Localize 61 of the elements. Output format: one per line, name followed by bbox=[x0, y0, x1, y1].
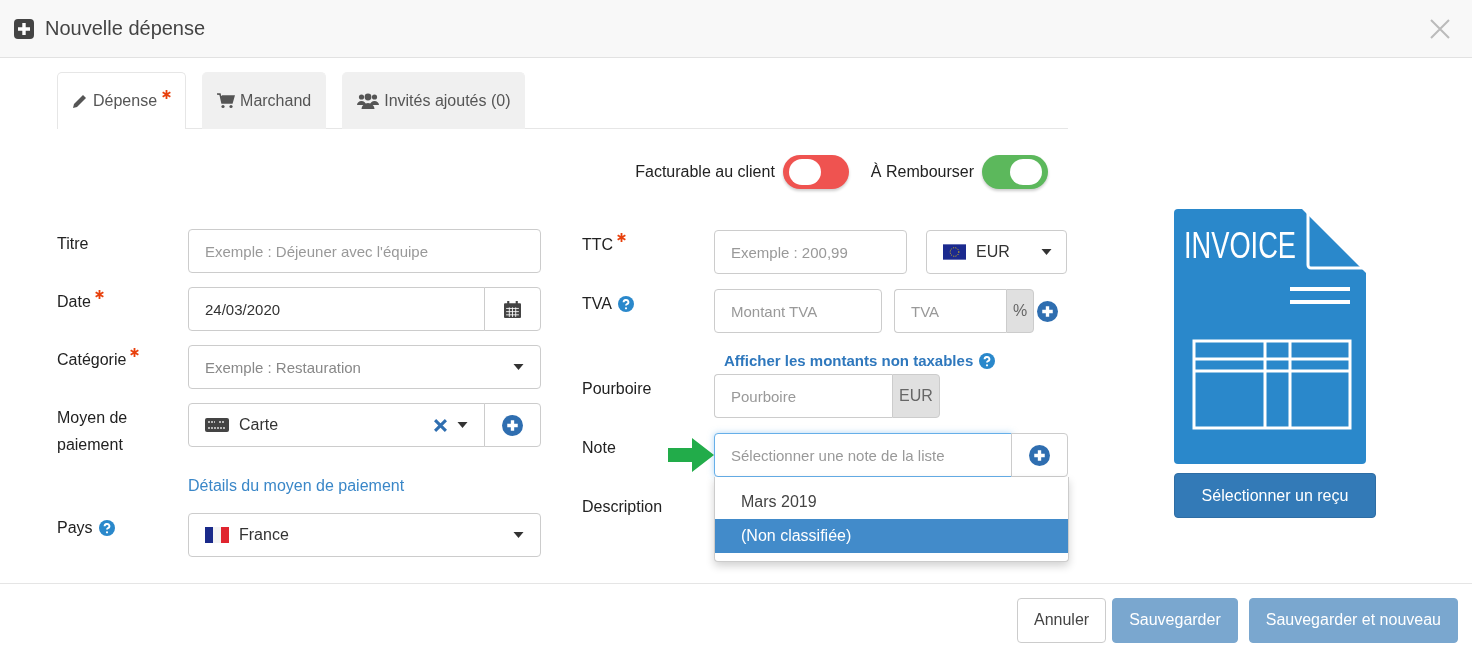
field-label: Titre bbox=[57, 234, 89, 254]
help-icon[interactable] bbox=[979, 352, 996, 369]
percent-addon: % bbox=[1006, 289, 1035, 333]
dropdown-option[interactable]: (Non classifiée) bbox=[715, 519, 1068, 553]
cart-icon bbox=[217, 93, 236, 109]
payment-method-select[interactable]: Carte bbox=[188, 403, 485, 447]
non-taxable-amounts-link[interactable]: Afficher les montants non taxables bbox=[724, 352, 974, 369]
payment-details-link[interactable]: Détails du moyen de paiement bbox=[188, 476, 405, 494]
field-label: TVA bbox=[582, 294, 612, 314]
select-receipt-button[interactable]: Sélectionner un reçu bbox=[1174, 473, 1376, 518]
amount-field[interactable]: Exemple : 200,99 bbox=[714, 230, 907, 274]
date-field[interactable]: 24/03/2020 bbox=[188, 287, 485, 331]
credit-card-icon bbox=[205, 418, 229, 432]
field-label: Date bbox=[57, 292, 91, 312]
field-label: TTC bbox=[582, 235, 614, 255]
add-note-button[interactable] bbox=[1011, 433, 1068, 477]
footer-button[interactable]: Annuler bbox=[1016, 597, 1107, 643]
category-select[interactable]: Exemple : Restauration bbox=[188, 345, 541, 389]
tab[interactable]: Invités ajoutés (0) bbox=[342, 72, 526, 129]
clear-icon[interactable] bbox=[434, 418, 447, 432]
flag-icon bbox=[205, 527, 229, 543]
add-icon bbox=[14, 18, 34, 39]
field-label: Pourboire bbox=[582, 379, 652, 399]
field-label: Description bbox=[582, 497, 663, 517]
vat-amount-field[interactable]: Montant TVA bbox=[714, 289, 882, 333]
tab[interactable]: Dépense bbox=[57, 72, 187, 129]
users-icon bbox=[357, 93, 380, 109]
add-icon bbox=[502, 414, 523, 436]
note-field[interactable]: Sélectionner une note de la liste bbox=[714, 433, 1012, 477]
calendar-icon bbox=[504, 300, 521, 318]
tab[interactable]: Marchand bbox=[202, 72, 327, 129]
toggle-switch[interactable] bbox=[782, 155, 849, 189]
caret-icon bbox=[513, 364, 524, 370]
caret-icon bbox=[457, 422, 468, 428]
help-icon[interactable] bbox=[617, 295, 634, 312]
toggle-label: Facturable au client bbox=[635, 163, 775, 181]
field-label: Moyen de paiement bbox=[57, 408, 129, 455]
calendar-button[interactable] bbox=[484, 287, 541, 331]
flag-icon bbox=[943, 244, 966, 260]
country-select[interactable]: France bbox=[188, 513, 541, 557]
dialog-title: Nouvelle dépense bbox=[45, 17, 206, 40]
caret-icon bbox=[513, 532, 524, 538]
toggle-switch[interactable] bbox=[982, 155, 1048, 189]
help-icon[interactable] bbox=[98, 519, 115, 536]
caret-icon bbox=[1041, 249, 1052, 255]
field-label: Note bbox=[582, 438, 616, 458]
add-icon bbox=[1037, 300, 1059, 322]
tip-field[interactable]: Pourboire bbox=[714, 374, 892, 418]
vat-rate-field[interactable]: TVA bbox=[894, 289, 1006, 333]
currency-addon: EUR bbox=[892, 374, 940, 418]
field-label: Pays bbox=[57, 518, 93, 538]
pencil-icon bbox=[72, 93, 88, 109]
currency-select[interactable]: EUR bbox=[926, 230, 1067, 274]
toggle-label: À Rembourser bbox=[870, 163, 974, 181]
arrow-icon bbox=[668, 438, 714, 472]
invoice-drawing: INVOICE bbox=[1174, 209, 1366, 464]
dropdown-option[interactable]: Mars 2019 bbox=[715, 485, 1068, 519]
add-payment-button[interactable] bbox=[484, 403, 541, 447]
add-icon bbox=[1029, 444, 1050, 466]
field-label: Catégorie bbox=[57, 350, 127, 370]
title-field[interactable]: Exemple : Déjeuner avec l'équipe bbox=[188, 229, 541, 273]
